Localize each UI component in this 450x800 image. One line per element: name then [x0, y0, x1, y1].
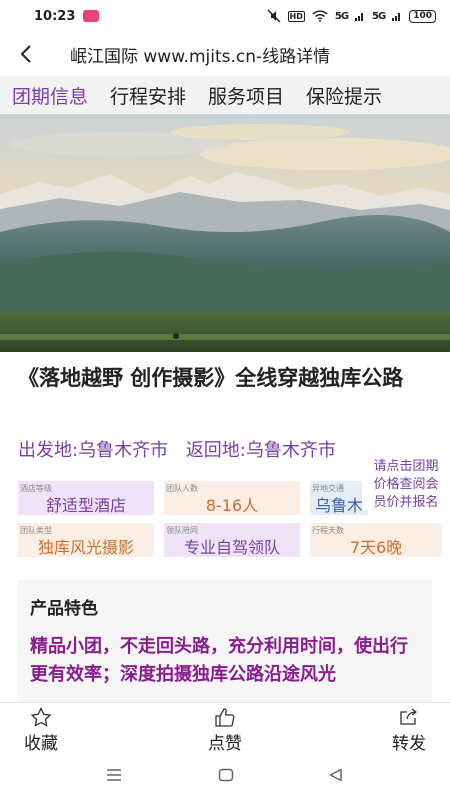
info-cell-leader: 领队陪同 专业自驾领队 [164, 523, 300, 557]
signal-2-icon [392, 13, 401, 21]
menu-icon[interactable] [106, 768, 122, 782]
info-cell-duration: 行程天数 7天6晚 [310, 523, 442, 557]
info-value: 8-16人 [205, 496, 259, 515]
info-value: 7天6晚 [349, 538, 403, 557]
app-notification-icon [83, 10, 100, 22]
info-cell-hotel: 酒店等级 舒适型酒店 [18, 481, 154, 515]
info-value: 乌鲁木 [314, 496, 363, 515]
info-cell-group-size: 团队人数 8-16人 [164, 481, 300, 515]
back-button[interactable] [4, 32, 48, 76]
info-value: 专业自驾领队 [183, 538, 280, 557]
features-heading: 产品特色 [30, 599, 98, 619]
share-button[interactable]: 转发 [374, 707, 444, 754]
hd-badge: HD [287, 10, 305, 22]
status-bar: 10:23 HD 5G 5G 100 [0, 0, 450, 32]
mute-icon [267, 9, 281, 23]
share-label: 转发 [392, 734, 426, 754]
favorite-button[interactable]: 收藏 [6, 707, 76, 754]
home-icon[interactable] [218, 768, 234, 782]
status-time: 10:23 [34, 8, 76, 24]
signup-hint-button[interactable]: 请点击团期 价格查阅会 员价并报名 [362, 456, 450, 510]
info-cell-group-type: 团队类型 独库风光摄影 [18, 523, 154, 557]
back-nav-icon[interactable] [328, 768, 344, 782]
like-button[interactable]: 点赞 [190, 707, 260, 754]
signup-line-2: 价格查阅会 [373, 477, 439, 492]
chevron-left-icon [20, 45, 31, 63]
return-city: 返回地:乌鲁木齐市 [185, 440, 336, 461]
page-title: 岷江国际 www.mjits.cn-线路详情 [70, 46, 331, 67]
thumbs-up-icon [215, 708, 235, 727]
tab-services[interactable]: 服务项目 [196, 82, 294, 109]
star-icon [30, 707, 52, 727]
signal-2-label: 5G [372, 10, 386, 22]
tab-group-info[interactable]: 团期信息 [0, 82, 98, 109]
signup-line-1: 请点击团期 [373, 459, 439, 474]
signup-line-3: 员价并报名 [373, 495, 439, 510]
signal-1-icon [355, 13, 364, 21]
share-icon [400, 708, 418, 725]
info-value: 舒适型酒店 [45, 496, 126, 515]
departure-city: 出发地:乌鲁木齐市 [18, 440, 169, 461]
status-icons: HD 5G 5G 100 [267, 9, 436, 23]
bottom-action-bar: 收藏 点赞 转发 [0, 702, 450, 754]
favorite-label: 收藏 [24, 734, 58, 754]
features-text: 精品小团，不走回头路，充分利用时间，使出行更有效率；深度拍摄独库公路沿途风光 [30, 636, 408, 685]
signal-1-label: 5G [334, 10, 349, 22]
route-info: 出发地:乌鲁木齐市 返回地:乌鲁木齐市 [18, 436, 336, 462]
tab-bar: 团期信息 行程安排 服务项目 保险提示 [0, 76, 450, 114]
like-label: 点赞 [208, 734, 242, 754]
wifi-icon [312, 10, 328, 22]
tab-itinerary[interactable]: 行程安排 [98, 82, 196, 109]
system-nav-bar [0, 754, 450, 800]
header: 岷江国际 www.mjits.cn-线路详情 [0, 32, 450, 76]
hero-image [0, 114, 450, 352]
battery-icon: 100 [409, 9, 436, 23]
product-features: 产品特色 精品小团，不走回头路，充分利用时间，使出行更有效率；深度拍摄独库公路沿… [18, 580, 432, 702]
info-value: 独库风光摄影 [37, 538, 134, 557]
info-cell-transport: 异地交通 乌鲁木 [310, 481, 368, 515]
tab-insurance[interactable]: 保险提示 [294, 82, 392, 109]
product-title: 《落地越野 创作摄影》全线穿越独库公路 [18, 366, 404, 390]
